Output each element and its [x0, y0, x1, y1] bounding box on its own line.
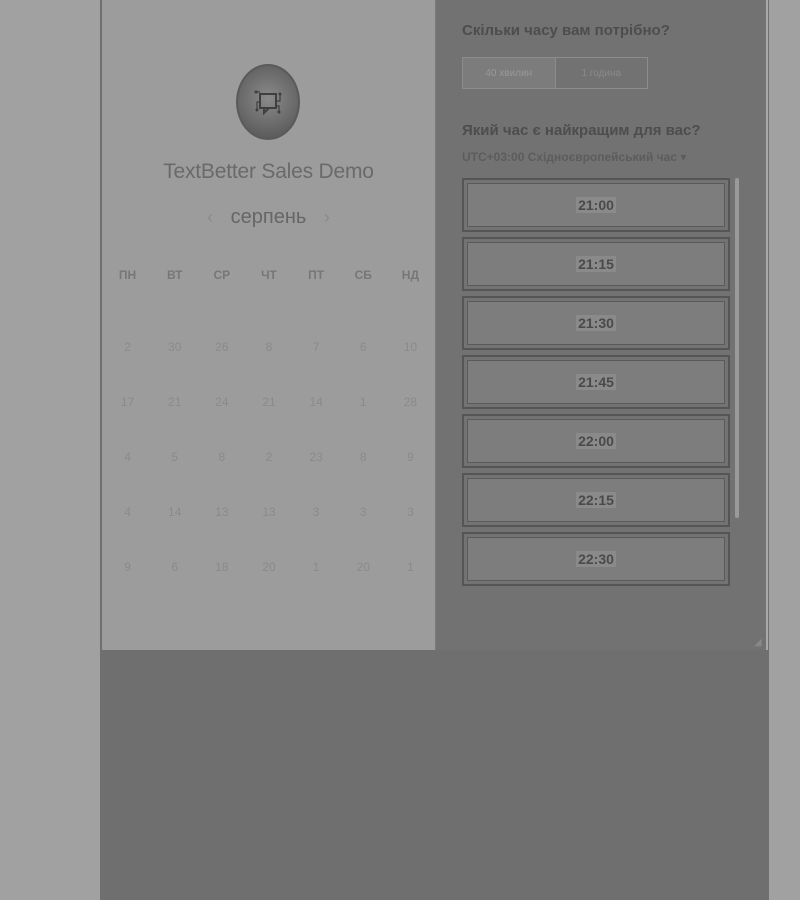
calendar-day[interactable]: 8	[340, 448, 387, 503]
calendar-day[interactable]: 14	[151, 503, 198, 558]
calendar-day[interactable]: 7	[293, 338, 340, 393]
calendar-day[interactable]: 13	[245, 503, 292, 558]
time-slot-label: 21:30	[576, 315, 616, 331]
time-slot-button[interactable]: 22:30	[462, 532, 730, 586]
timezone-selector[interactable]: UTC+03:00 Східноєвропейський час ▾	[462, 150, 686, 164]
calendar-day[interactable]: 1	[340, 393, 387, 448]
weekday-label: НД	[401, 268, 420, 282]
weekday-label: ПТ	[308, 268, 325, 282]
calendar-day[interactable]: 8	[245, 338, 292, 393]
calendar-day[interactable]: 3	[293, 503, 340, 558]
calendar-day[interactable]: 30	[151, 338, 198, 393]
duration-selector: 40 хвилин 1 година	[462, 57, 648, 89]
calendar-day[interactable]: 26	[198, 338, 245, 393]
calendar-day[interactable]: 4	[104, 448, 151, 503]
calendar-day[interactable]: 21	[245, 393, 292, 448]
calendar-day[interactable]: 9	[387, 448, 434, 503]
calendar-day[interactable]: 2	[245, 448, 292, 503]
calendar-grid: 2 30 26 8 7 6 10 17 21 24 21 14 1 28 4 5 8 2 23 8 9 4 14 13 13 3 3…	[104, 338, 434, 613]
duration-option-40[interactable]: 40 хвилин	[463, 58, 556, 88]
time-slot-label: 22:00	[576, 433, 616, 449]
calendar-day[interactable]: 10	[387, 338, 434, 393]
time-slot-button[interactable]: 21:00	[462, 178, 730, 232]
calendar-day[interactable]: 17	[104, 393, 151, 448]
duration-option-60[interactable]: 1 година	[556, 58, 648, 88]
weekday-label: ВТ	[166, 268, 183, 282]
time-slot-label: 21:00	[576, 197, 616, 213]
weekday-label: ЧТ	[261, 268, 277, 282]
time-slot-button[interactable]: 21:30	[462, 296, 730, 350]
calendar-day[interactable]: 1	[293, 558, 340, 613]
calendar-title: TextBetter Sales Demo	[163, 160, 374, 183]
calendar-day[interactable]: 2	[104, 338, 151, 393]
calendar-day[interactable]: 8	[198, 448, 245, 503]
calendar-day[interactable]: 3	[340, 503, 387, 558]
calendar-day[interactable]: 20	[340, 558, 387, 613]
time-slot-list: 21:00 21:15 21:30 21:45 22:00 22:15 22:30	[462, 178, 730, 598]
time-slot-label: 21:15	[576, 256, 616, 272]
calendar-day[interactable]: 18	[198, 558, 245, 613]
slot-scrollbar[interactable]	[735, 178, 739, 518]
calendar-day[interactable]: 23	[293, 448, 340, 503]
calendar-day[interactable]: 14	[293, 393, 340, 448]
calendar-day[interactable]: 5	[151, 448, 198, 503]
textbetter-logo-icon	[236, 64, 300, 140]
prev-month-icon[interactable]: ‹	[207, 207, 213, 227]
calendar-day[interactable]: 1	[387, 558, 434, 613]
calendar-day[interactable]: 24	[198, 393, 245, 448]
time-slot-label: 22:15	[576, 492, 616, 508]
month-navigator: ‹ серпень ›	[102, 206, 435, 229]
weekday-label: СБ	[354, 268, 372, 282]
calendar-day[interactable]: 4	[104, 503, 151, 558]
time-slot-button[interactable]: 21:45	[462, 355, 730, 409]
panel-edge	[766, 0, 768, 650]
time-slot-label: 22:30	[576, 551, 616, 567]
weekday-label: СР	[213, 268, 231, 282]
time-slot-button[interactable]: 22:00	[462, 414, 730, 468]
calendar-day[interactable]: 6	[340, 338, 387, 393]
calendar-day[interactable]: 13	[198, 503, 245, 558]
weekday-label: ПН	[118, 268, 137, 282]
time-slot-button[interactable]: 22:15	[462, 473, 730, 527]
calendar-day[interactable]: 28	[387, 393, 434, 448]
resize-handle-icon: ◢	[754, 637, 762, 648]
month-label: серпень	[230, 206, 307, 228]
calendar-day[interactable]: 20	[245, 558, 292, 613]
time-slot-button[interactable]: 21:15	[462, 237, 730, 291]
next-month-icon[interactable]: ›	[324, 207, 330, 227]
calendar-day[interactable]: 21	[151, 393, 198, 448]
calendar-day[interactable]: 3	[387, 503, 434, 558]
weekday-header: ПН ВТ СР ЧТ ПТ СБ НД	[104, 268, 434, 282]
time-slot-label: 21:45	[576, 374, 616, 390]
duration-question: Скільки часу вам потрібно?	[462, 22, 670, 39]
calendar-day[interactable]: 9	[104, 558, 151, 613]
time-question: Який час є найкращим для вас?	[462, 122, 701, 139]
calendar-day[interactable]: 6	[151, 558, 198, 613]
